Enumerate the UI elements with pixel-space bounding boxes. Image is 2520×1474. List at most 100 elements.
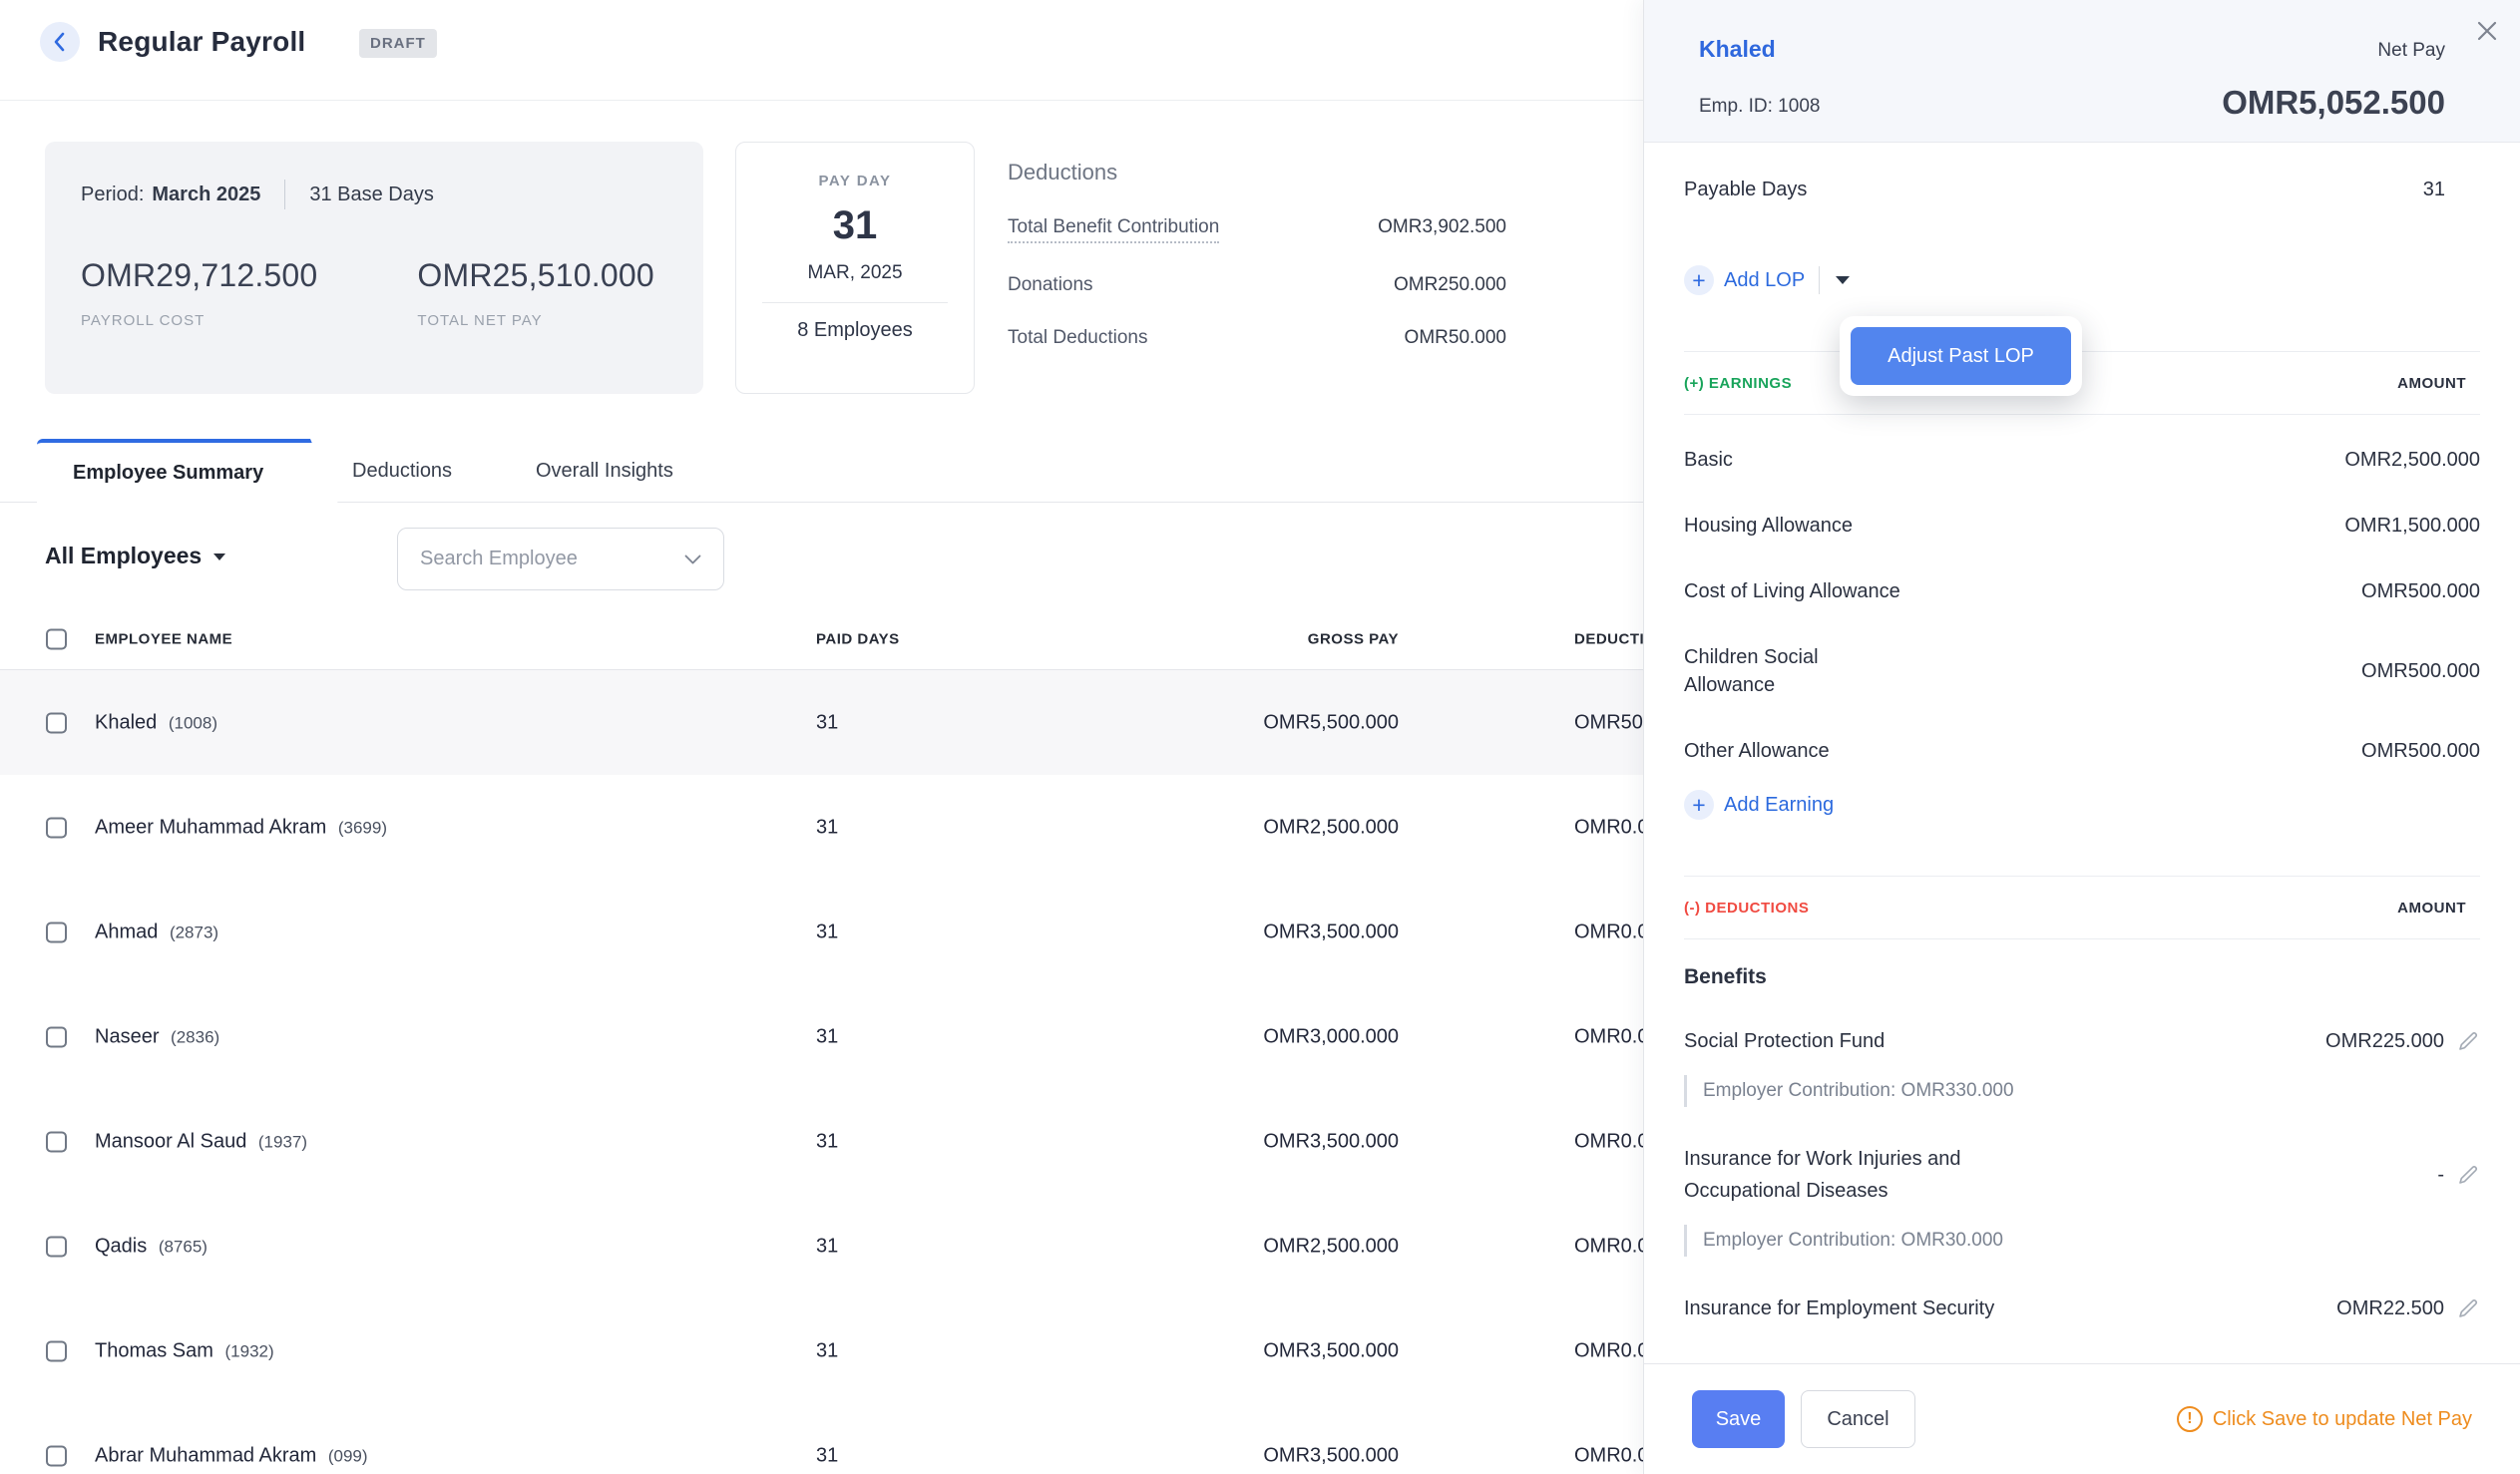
paid-days: 31 <box>816 1025 838 1048</box>
list-controls: All Employees Search Employee <box>0 519 1643 608</box>
paid-days: 31 <box>816 1130 838 1153</box>
tab-label: Overall Insights <box>536 460 673 483</box>
divider <box>284 180 285 209</box>
earning-value: OMR1,500.000 <box>2344 515 2480 538</box>
gross-pay: OMR2,500.000 <box>1048 1235 1399 1258</box>
benefit-label: Insurance for Employment Security <box>1684 1292 1994 1324</box>
employee-name: Ameer Muhammad Akram (3699) <box>95 816 387 839</box>
table-row[interactable]: Khaled (1008) 31 OMR5,500.000 OMR50.000 <box>0 670 1643 775</box>
table-row[interactable]: Mansoor Al Saud (1937) 31 OMR3,500.000 O… <box>0 1089 1643 1194</box>
period-summary-card: Period: March 2025 31 Base Days OMR29,71… <box>45 142 703 394</box>
row-deductions: OMR0.000 <box>1574 816 1643 839</box>
panel-employee-name[interactable]: Khaled <box>1699 36 1776 63</box>
earning-label: Cost of Living Allowance <box>1684 577 1900 605</box>
name: Abrar Muhammad Akram <box>95 1444 316 1466</box>
add-earning-button[interactable]: + Add Earning <box>1684 790 1834 820</box>
employee-number: (099) <box>328 1446 368 1465</box>
paid-days: 31 <box>816 1444 838 1467</box>
row-deductions: OMR0.000 <box>1574 1130 1643 1153</box>
earning-label: Basic <box>1684 446 1733 474</box>
employee-detail-panel: Khaled Net Pay Emp. ID: 1008 OMR5,052.50… <box>1643 0 2520 1474</box>
total-deductions-label: Total Deductions <box>1008 327 1147 349</box>
table-row[interactable]: Qadis (8765) 31 OMR2,500.000 OMR0.000 <box>0 1194 1643 1298</box>
employee-name: Khaled (1008) <box>95 711 217 734</box>
table-header-row: EMPLOYEE NAME PAID DAYS GROSS PAY DEDUCT… <box>0 608 1643 670</box>
select-all-checkbox[interactable] <box>46 628 67 649</box>
employee-name: Ahmad (2873) <box>95 921 218 943</box>
total-benefit-contribution-label[interactable]: Total Benefit Contribution <box>1008 216 1219 243</box>
edit-icon[interactable] <box>2456 1296 2480 1320</box>
add-lop-row: + Add LOP <box>1684 265 2480 295</box>
col-gross-pay: GROSS PAY <box>1048 630 1399 647</box>
plus-icon: + <box>1684 265 1714 295</box>
filter-label: All Employees <box>45 543 202 568</box>
chevron-down-icon <box>684 554 701 564</box>
search-employee-select[interactable]: Search Employee <box>397 528 724 590</box>
earning-row: Basic OMR2,500.000 <box>1684 427 2480 493</box>
name: Ameer Muhammad Akram <box>95 816 326 838</box>
save-button[interactable]: Save <box>1692 1390 1785 1448</box>
row-checkbox[interactable] <box>46 921 67 942</box>
table-row[interactable]: Abrar Muhammad Akram (099) 31 OMR3,500.0… <box>0 1403 1643 1474</box>
row-checkbox[interactable] <box>46 1236 67 1257</box>
row-checkbox[interactable] <box>46 712 67 733</box>
amount-header: AMOUNT <box>2397 900 2480 917</box>
gross-pay: OMR2,500.000 <box>1048 816 1399 839</box>
benefit-value: OMR22.500 <box>2336 1297 2444 1320</box>
close-button[interactable] <box>2472 16 2502 46</box>
earnings-list: Basic OMR2,500.000 Housing Allowance OMR… <box>1684 415 2480 784</box>
cancel-button[interactable]: Cancel <box>1801 1390 1915 1448</box>
earning-label: Other Allowance <box>1684 737 1830 765</box>
panel-footer: Save Cancel ! Click Save to update Net P… <box>1644 1363 2520 1474</box>
row-deductions: OMR0.000 <box>1574 1339 1643 1362</box>
earning-value: OMR2,500.000 <box>2344 449 2480 472</box>
row-checkbox[interactable] <box>46 1340 67 1361</box>
back-button[interactable] <box>40 22 80 62</box>
gross-pay: OMR3,500.000 <box>1048 1130 1399 1153</box>
row-checkbox[interactable] <box>46 1026 67 1047</box>
adjust-past-lop-option[interactable]: Adjust Past LOP <box>1851 327 2071 385</box>
employee-number: (2836) <box>171 1027 219 1046</box>
benefit-label: Social Protection Fund <box>1684 1025 1885 1057</box>
employee-number: (1008) <box>169 713 217 732</box>
payday-label: PAY DAY <box>736 173 974 189</box>
add-lop-button[interactable]: + Add LOP <box>1684 265 1805 295</box>
chevron-left-icon <box>52 30 68 54</box>
employee-number: (2873) <box>170 922 218 941</box>
total-net-pay-value: OMR25,510.000 <box>417 257 653 294</box>
total-net-pay-label: TOTAL NET PAY <box>417 312 653 329</box>
table-row[interactable]: Thomas Sam (1932) 31 OMR3,500.000 OMR0.0… <box>0 1298 1643 1403</box>
table-row[interactable]: Ameer Muhammad Akram (3699) 31 OMR2,500.… <box>0 775 1643 880</box>
divider <box>762 302 948 303</box>
col-employee-name: EMPLOYEE NAME <box>95 630 232 647</box>
page-title: Regular Payroll <box>98 26 305 58</box>
tab-deductions[interactable]: Deductions <box>352 439 452 503</box>
table-row[interactable]: Ahmad (2873) 31 OMR3,500.000 OMR0.000 <box>0 880 1643 984</box>
period-value: March 2025 <box>152 184 260 206</box>
name: Mansoor Al Saud <box>95 1130 246 1152</box>
benefit-row: Social Protection Fund OMR225.000 <box>1684 1025 2480 1057</box>
employer-contribution-note: Employer Contribution: OMR330.000 <box>1684 1075 2480 1107</box>
gross-pay: OMR3,500.000 <box>1048 1339 1399 1362</box>
gross-pay: OMR3,000.000 <box>1048 1025 1399 1048</box>
gross-pay: OMR5,500.000 <box>1048 711 1399 734</box>
employee-filter-dropdown[interactable]: All Employees <box>45 543 225 569</box>
add-lop-label: Add LOP <box>1724 269 1805 292</box>
edit-icon[interactable] <box>2456 1163 2480 1187</box>
col-deductions: DEDUCTIONS <box>1574 630 1643 647</box>
status-badge: DRAFT <box>359 29 437 58</box>
deduction-summary-row: Donations OMR250.000 <box>1008 274 1506 296</box>
row-checkbox[interactable] <box>46 1445 67 1466</box>
edit-icon[interactable] <box>2456 1029 2480 1053</box>
tab-overall-insights[interactable]: Overall Insights <box>536 439 673 503</box>
save-warning: ! Click Save to update Net Pay <box>2177 1406 2472 1432</box>
row-deductions: OMR0.000 <box>1574 1444 1643 1467</box>
tab-employee-summary[interactable]: Employee Summary <box>37 439 338 504</box>
row-checkbox[interactable] <box>46 817 67 838</box>
table-row[interactable]: Naseer (2836) 31 OMR3,000.000 OMR0.000 <box>0 984 1643 1089</box>
caret-down-icon[interactable] <box>1836 276 1850 284</box>
employee-name: Thomas Sam (1932) <box>95 1339 274 1362</box>
earnings-header: (+) EARNINGS <box>1684 375 1792 392</box>
row-checkbox[interactable] <box>46 1131 67 1152</box>
benefit-row: Insurance for Employment Security OMR22.… <box>1684 1292 2480 1324</box>
